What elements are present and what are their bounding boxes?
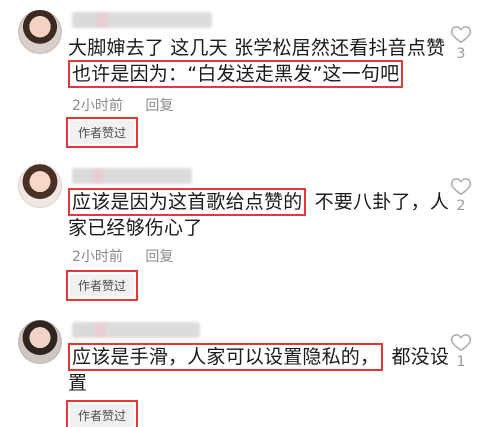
avatar[interactable] (18, 164, 62, 208)
like-count: 3 (456, 46, 466, 62)
username-blurred (72, 168, 192, 184)
author-liked-badge: 作者赞过 (65, 270, 139, 301)
comment-highlight: 也许是因为：“白发送走黑发”这一句吧 (68, 60, 404, 88)
like-button[interactable]: 3 (447, 24, 475, 62)
comment-meta: 2小时前 回复 (72, 95, 173, 115)
heart-outline-icon (450, 334, 472, 352)
heart-outline-icon (450, 26, 472, 44)
comment-highlight: 应该是因为这首歌给点赞的 (68, 188, 307, 216)
author-liked-badge: 作者赞过 (65, 400, 139, 427)
comment-text: 应该是因为这首歌给点赞的 不要八卦了，人家已经够伤心了 (68, 188, 463, 241)
username-blurred (72, 12, 212, 28)
comment-meta: 2小时前 回复 (72, 246, 173, 266)
comment-time: 2小时前 (72, 249, 123, 265)
comment-highlight: 应该是手滑，人家可以设置隐私的， (68, 343, 384, 371)
author-liked-badge: 作者赞过 (65, 117, 139, 148)
comment-text: 应该是手滑，人家可以设置隐私的， 都没设置 (68, 343, 463, 396)
like-count: 1 (456, 354, 466, 370)
avatar[interactable] (18, 320, 62, 364)
reply-button[interactable]: 回复 (145, 98, 173, 114)
reply-button[interactable]: 回复 (145, 249, 173, 265)
like-count: 2 (456, 198, 466, 214)
comment-line-1: 大脚婶去了 这几天 张学松居然还看抖音点赞 (68, 37, 446, 59)
heart-outline-icon (450, 178, 472, 196)
comment-time: 2小时前 (72, 98, 123, 114)
avatar[interactable] (18, 10, 62, 54)
like-button[interactable]: 1 (447, 332, 475, 370)
comment-text: 大脚婶去了 这几天 张学松居然还看抖音点赞 也许是因为：“白发送走黑发”这一句吧 (68, 35, 463, 88)
like-button[interactable]: 2 (447, 176, 475, 214)
username-blurred (72, 322, 200, 338)
